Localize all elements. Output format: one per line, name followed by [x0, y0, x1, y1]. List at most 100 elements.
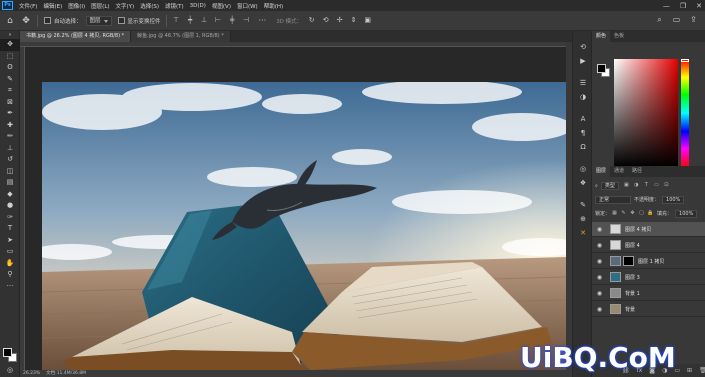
- tab-layers[interactable]: 图层: [592, 166, 611, 177]
- lock-position-icon[interactable]: ✥: [629, 210, 636, 217]
- tab-book-document[interactable]: 书籍.jpg @ 26.2% (图层 4 拷贝, RGB/8) *: [20, 31, 132, 42]
- layer-mask-thumbnail[interactable]: [623, 256, 634, 266]
- tab-paths[interactable]: 路径: [628, 166, 646, 177]
- transform-controls-checkbox[interactable]: [117, 17, 125, 24]
- character-icon[interactable]: A: [574, 113, 592, 125]
- layer-row[interactable]: ◉ 背景: [592, 302, 705, 317]
- fill-input[interactable]: 100%: [675, 209, 698, 218]
- vertical-ruler[interactable]: [20, 47, 25, 370]
- tab-whale-document[interactable]: 鲸鱼.jpg @ 46.7% (图层 1, RGB/8) *: [131, 31, 231, 42]
- auto-select-dropdown[interactable]: 图层: [85, 15, 112, 26]
- menu-help[interactable]: 帮助(H): [264, 2, 283, 10]
- layer-row[interactable]: ◉ 图层 4: [592, 238, 705, 253]
- adjustments-icon[interactable]: ◑: [574, 91, 592, 103]
- tab-color[interactable]: 颜色: [592, 31, 611, 42]
- hand-tool-icon[interactable]: ✋: [0, 258, 20, 270]
- align-top-icon[interactable]: ⊤: [172, 16, 181, 25]
- brush-tool-icon[interactable]: ✏: [0, 131, 20, 143]
- menu-filter[interactable]: 滤镜(T): [165, 2, 184, 10]
- align-bottom-icon[interactable]: ⊥: [200, 16, 209, 25]
- healing-brush-tool-icon[interactable]: ✚: [0, 120, 20, 132]
- pen-tool-icon[interactable]: ✑: [0, 212, 20, 224]
- brushes-icon[interactable]: ✎: [574, 199, 592, 211]
- eraser-tool-icon[interactable]: ◫: [0, 166, 20, 178]
- lock-pixels-icon[interactable]: ✎: [620, 210, 627, 217]
- foreground-color-swatch[interactable]: [3, 348, 12, 357]
- tab-swatches[interactable]: 色板: [610, 31, 628, 42]
- quick-mask-icon[interactable]: ◎: [0, 365, 20, 377]
- blur-tool-icon[interactable]: ◆: [0, 189, 20, 201]
- menu-view[interactable]: 视图(V): [212, 2, 231, 10]
- layer-row[interactable]: ◉ 背景 1: [592, 286, 705, 301]
- visibility-eye-icon[interactable]: ◉: [595, 258, 604, 265]
- lock-all-icon[interactable]: 🔒: [647, 210, 654, 217]
- horizontal-ruler[interactable]: [20, 42, 566, 47]
- collapse-icon[interactable]: »: [0, 31, 20, 39]
- clone-stamp-tool-icon[interactable]: ⊥: [0, 143, 20, 155]
- move-tool-icon[interactable]: ✥: [0, 39, 20, 51]
- pixel-filter-icon[interactable]: ▣: [623, 182, 630, 189]
- visibility-eye-icon[interactable]: ◉: [595, 274, 604, 281]
- move-tool-icon[interactable]: ✥: [20, 15, 32, 27]
- 3d-slide-icon[interactable]: ⇕: [349, 16, 358, 25]
- visibility-eye-icon[interactable]: ◉: [595, 226, 604, 233]
- layer-row[interactable]: ◉ 图层 4 拷贝: [592, 222, 705, 237]
- lasso-tool-icon[interactable]: ʘ: [0, 62, 20, 74]
- menu-window[interactable]: 窗口(W): [237, 2, 258, 10]
- type-filter-icon[interactable]: T: [643, 182, 650, 189]
- dodge-tool-icon[interactable]: ●: [0, 200, 20, 212]
- glyphs-icon[interactable]: Ω: [574, 141, 592, 153]
- more-tools-icon[interactable]: ···: [0, 281, 20, 293]
- path-select-tool-icon[interactable]: ➤: [0, 235, 20, 247]
- 3d-scale-icon[interactable]: ▣: [363, 16, 372, 25]
- search-icon[interactable]: ⌕: [654, 14, 665, 25]
- learn-icon[interactable]: ◎: [574, 163, 592, 175]
- paragraph-icon[interactable]: ¶: [574, 127, 592, 139]
- workspace-icon[interactable]: ▭: [671, 14, 682, 25]
- menu-image[interactable]: 图像(I): [68, 2, 85, 10]
- zoom-level[interactable]: 26.23%: [23, 370, 40, 377]
- smart-object-filter-icon[interactable]: ⊡: [663, 182, 670, 189]
- menu-select[interactable]: 选择(S): [140, 2, 159, 10]
- menu-type[interactable]: 文字(Y): [116, 2, 135, 10]
- crop-tool-icon[interactable]: ⌗: [0, 85, 20, 97]
- tool-presets-icon[interactable]: ✕: [574, 227, 592, 239]
- hue-slider-handle[interactable]: [681, 59, 689, 62]
- gradient-tool-icon[interactable]: ▤: [0, 177, 20, 189]
- visibility-eye-icon[interactable]: ◉: [595, 290, 604, 297]
- properties-icon[interactable]: ☰: [574, 77, 592, 89]
- actions-icon[interactable]: ▶: [574, 55, 592, 67]
- lock-artboard-icon[interactable]: ▢: [638, 210, 645, 217]
- hue-slider[interactable]: [681, 59, 689, 167]
- quick-select-tool-icon[interactable]: ✎: [0, 74, 20, 86]
- home-icon[interactable]: ⌂: [4, 15, 16, 27]
- close-button[interactable]: ✕: [696, 2, 702, 10]
- more-options-icon[interactable]: ···: [259, 16, 267, 25]
- align-vcenter-icon[interactable]: ┿: [186, 16, 195, 25]
- color-field[interactable]: [614, 59, 678, 167]
- marquee-tool-icon[interactable]: ⬚: [0, 51, 20, 63]
- zoom-tool-icon[interactable]: ⚲: [0, 269, 20, 281]
- layer-row[interactable]: ◉ 图层 1 拷贝: [592, 254, 705, 269]
- document-canvas[interactable]: [42, 82, 566, 370]
- libraries-icon[interactable]: ❖: [574, 177, 592, 189]
- align-left-icon[interactable]: ⊢: [214, 16, 223, 25]
- history-icon[interactable]: ⟲: [574, 41, 592, 53]
- foreground-color-swatch[interactable]: [597, 64, 606, 73]
- frame-tool-icon[interactable]: ⊠: [0, 97, 20, 109]
- maximize-button[interactable]: ❐: [680, 2, 686, 10]
- 3d-pan-icon[interactable]: ✢: [335, 16, 344, 25]
- layer-filter-kind[interactable]: 类型: [600, 181, 619, 190]
- align-right-icon[interactable]: ⊣: [242, 16, 251, 25]
- align-hcenter-icon[interactable]: ╪: [228, 16, 237, 25]
- opacity-input[interactable]: 100%: [662, 195, 685, 204]
- 3d-roll-icon[interactable]: ⟲: [321, 16, 330, 25]
- clone-source-icon[interactable]: ⊕: [574, 213, 592, 225]
- minimize-button[interactable]: —: [663, 2, 670, 10]
- menu-layer[interactable]: 图层(L): [91, 2, 109, 10]
- menu-edit[interactable]: 编辑(E): [43, 2, 62, 10]
- shape-tool-icon[interactable]: ▭: [0, 246, 20, 258]
- layer-row[interactable]: ◉ 图层 3: [592, 270, 705, 285]
- menu-file[interactable]: 文件(F): [19, 2, 37, 10]
- type-tool-icon[interactable]: T: [0, 223, 20, 235]
